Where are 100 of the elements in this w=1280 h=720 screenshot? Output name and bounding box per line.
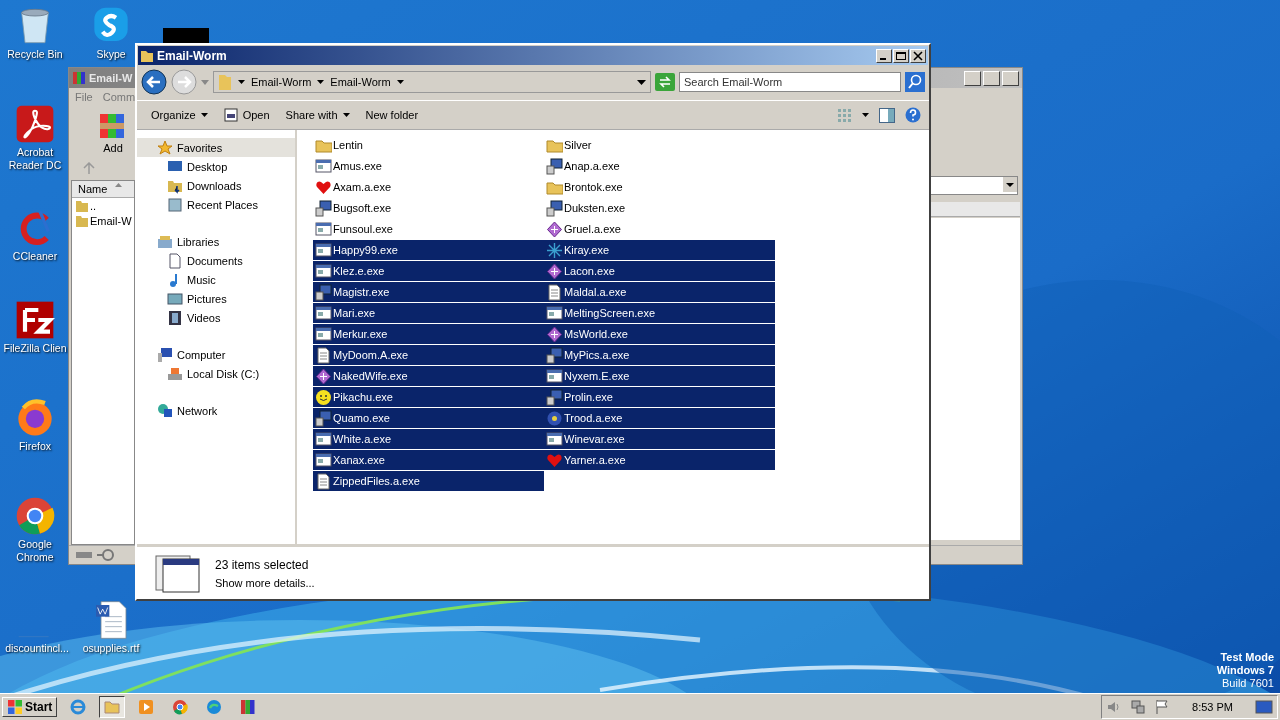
list-entry[interactable]: Amus.exe xyxy=(313,156,544,176)
nav-item[interactable]: Desktop xyxy=(137,157,295,176)
search-field[interactable]: Search Email-Worm xyxy=(679,72,901,92)
folder-icon xyxy=(140,48,154,63)
folder-icon xyxy=(218,73,232,91)
list-entry[interactable]: Nyxem.E.exe xyxy=(544,366,775,386)
list-entry[interactable]: Brontok.exe xyxy=(544,177,775,197)
list-entry[interactable]: Merkur.exe xyxy=(313,324,544,344)
desktop-icon-label[interactable]: CCleaner xyxy=(12,250,58,263)
toolbar-button[interactable]: Organize xyxy=(145,107,214,123)
list-entry[interactable]: Bugsoft.exe xyxy=(313,198,544,218)
list-entry[interactable]: Happy99.exe xyxy=(313,240,544,260)
back-icon[interactable] xyxy=(141,69,167,95)
list-entry[interactable]: NakedWife.exe xyxy=(313,366,544,386)
nav-item[interactable]: Favorites xyxy=(137,138,295,157)
maximize-icon[interactable] xyxy=(893,48,909,63)
list-entry[interactable]: MyDoom.A.exe xyxy=(313,345,544,365)
help-icon[interactable] xyxy=(905,107,921,123)
list-entry[interactable]: Silver xyxy=(544,135,775,155)
refresh-icon[interactable] xyxy=(655,73,675,91)
desktop-icon-label[interactable]: Recycle Bin xyxy=(7,48,63,61)
file-name[interactable]: .. xyxy=(90,199,97,212)
caret-icon[interactable] xyxy=(862,113,869,117)
path-dropdown[interactable] xyxy=(930,176,1018,195)
desktop-icon-label[interactable]: Acrobat Reader DC xyxy=(3,146,67,172)
list-entry[interactable]: Winevar.exe xyxy=(544,429,775,449)
preview-pane-icon[interactable] xyxy=(879,107,895,123)
add-button[interactable]: Add xyxy=(89,110,137,154)
minimize-icon[interactable] xyxy=(876,48,892,63)
list-entry[interactable]: Mari.exe xyxy=(313,303,544,323)
program-window-icon xyxy=(315,220,332,238)
computer-icon xyxy=(315,283,332,301)
list-entry[interactable]: Pikachu.exe xyxy=(313,387,544,407)
nav-item[interactable]: Network xyxy=(137,401,295,420)
list-entry[interactable]: MsWorld.exe xyxy=(544,324,775,344)
drive-key-icon xyxy=(75,549,115,561)
nav-item[interactable]: Music xyxy=(137,270,295,289)
list-entry[interactable]: Xanax.exe xyxy=(313,450,544,470)
list-entry[interactable]: Gruel.a.exe xyxy=(544,219,775,239)
list-entry[interactable]: Duksten.exe xyxy=(544,198,775,218)
list-entry[interactable]: Funsoul.exe xyxy=(313,219,544,239)
nav-item[interactable]: Recent Places xyxy=(137,195,295,214)
list-entry[interactable]: Prolin.exe xyxy=(544,387,775,407)
nav-item[interactable]: Videos xyxy=(137,308,295,327)
program-window-icon xyxy=(546,304,563,322)
list-entry[interactable]: MyPics.a.exe xyxy=(544,345,775,365)
computer-icon xyxy=(315,199,332,217)
caret-icon xyxy=(200,113,208,117)
list-entry[interactable]: Lentin xyxy=(313,135,544,155)
list-entry[interactable]: Anap.a.exe xyxy=(544,156,775,176)
caret-icon xyxy=(396,80,404,84)
firefox-icon[interactable] xyxy=(15,398,55,438)
chrome-icon[interactable] xyxy=(15,496,55,536)
window-controls[interactable] xyxy=(964,70,1019,86)
list-entry[interactable]: MeltingScreen.exe xyxy=(544,303,775,323)
show-desktop-icon[interactable] xyxy=(1255,700,1273,714)
computer-icon xyxy=(157,346,173,363)
toolbar-button[interactable]: Open xyxy=(217,106,276,124)
file-name[interactable]: Email-W xyxy=(90,214,132,227)
snowflake-icon xyxy=(546,241,563,259)
list-entry[interactable]: Maldal.a.exe xyxy=(544,282,775,302)
nav-item[interactable]: Downloads xyxy=(137,176,295,195)
details-link[interactable]: Show more details... xyxy=(215,576,315,589)
program-window-icon xyxy=(315,157,332,175)
folder-icon xyxy=(76,199,88,212)
list-entry[interactable]: Axam.a.exe xyxy=(313,177,544,197)
clock[interactable]: 8:53 PM xyxy=(1192,701,1233,713)
start-button[interactable]: Start xyxy=(2,697,58,717)
edge-icon xyxy=(206,699,223,715)
desktop-icon-label[interactable]: Firefox xyxy=(18,440,52,453)
program-window-icon xyxy=(155,553,201,593)
nav-item[interactable]: Pictures xyxy=(137,289,295,308)
desktop-icon-label[interactable]: FileZilla Clien xyxy=(3,342,67,355)
star-icon xyxy=(157,139,173,156)
desktop-icon-label[interactable]: Google Chrome xyxy=(3,538,67,564)
flag-icon[interactable] xyxy=(1154,699,1171,715)
taskbar-button[interactable] xyxy=(99,696,126,718)
list-entry[interactable]: Kiray.exe xyxy=(544,240,775,260)
desktop-icon-label[interactable]: Skype xyxy=(96,48,126,61)
list-entry[interactable]: Lacon.exe xyxy=(544,261,775,281)
nav-item[interactable]: Documents xyxy=(137,251,295,270)
list-entry[interactable]: ZippedFiles.a.exe xyxy=(313,471,544,491)
thumbnail-block xyxy=(163,28,209,43)
address-bar[interactable]: Email-Worm Email-Worm xyxy=(213,71,651,93)
nav-item[interactable]: Local Disk (C:) xyxy=(137,364,295,383)
nav-item[interactable]: Libraries xyxy=(137,232,295,251)
nav-item[interactable]: Computer xyxy=(137,345,295,364)
close-icon[interactable] xyxy=(910,48,926,63)
list-entry[interactable]: Quamo.exe xyxy=(313,408,544,428)
toolbar-button[interactable]: New folder xyxy=(359,107,425,123)
network-icon[interactable] xyxy=(1130,699,1147,715)
list-entry[interactable]: Trood.a.exe xyxy=(544,408,775,428)
toolbar-button[interactable]: Share with xyxy=(279,107,356,123)
search-icon[interactable] xyxy=(905,72,925,92)
list-entry[interactable]: White.a.exe xyxy=(313,429,544,449)
program-window-icon xyxy=(315,451,332,469)
list-entry[interactable]: Yarner.a.exe xyxy=(544,450,775,470)
list-entry[interactable]: Magistr.exe xyxy=(313,282,544,302)
computer-icon xyxy=(546,199,563,217)
list-entry[interactable]: Klez.e.exe xyxy=(313,261,544,281)
